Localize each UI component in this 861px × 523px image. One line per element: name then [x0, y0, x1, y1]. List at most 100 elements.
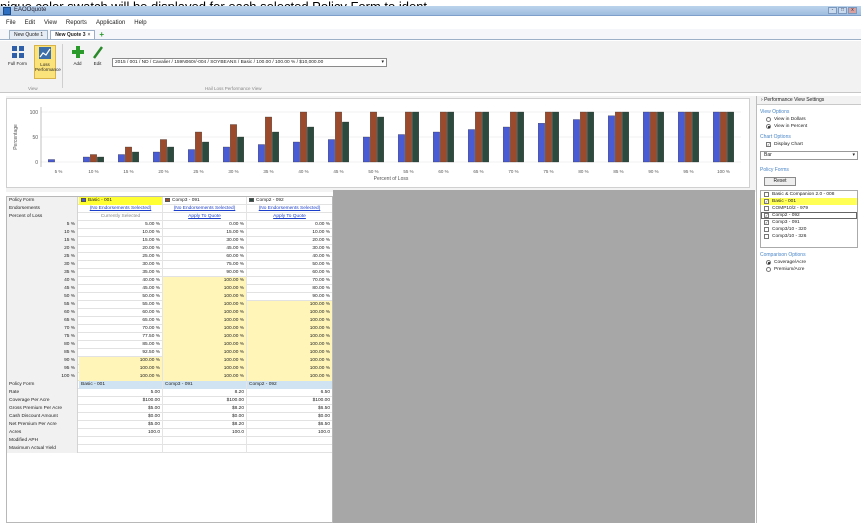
table-cell: 15.00 % — [163, 229, 247, 237]
loss-performance-button[interactable]: Loss Performance — [34, 45, 61, 79]
loss-row: 45 % 45.00 % 100.00 % 80.00 % — [7, 285, 332, 293]
y-tick-label: 50 — [32, 135, 38, 141]
minimize-button[interactable]: - — [828, 7, 837, 14]
cell-text: 100.00 % — [309, 334, 330, 339]
premium-acre-option[interactable]: Premium/Acre — [757, 266, 861, 273]
display-chart-checkbox[interactable]: ✓ Display Chart — [757, 141, 861, 148]
policy-form-item[interactable]: Comp3/10 - 320 — [761, 226, 857, 233]
table-cell — [163, 445, 247, 453]
cell-text: 25.00 % — [142, 254, 160, 259]
chart-options-heading: Chart Options — [760, 134, 791, 140]
cell-text: 100.00 % — [309, 342, 330, 347]
bar — [237, 136, 245, 163]
cell-text: 100.00 % — [223, 358, 244, 363]
currently-selected-label: Currently Selected — [79, 213, 163, 221]
endorsements-link[interactable]: (No Endorsements Selected) — [79, 205, 163, 213]
cell-text: 100.0 — [147, 430, 160, 435]
bar — [132, 151, 139, 163]
menu-help[interactable]: Help — [134, 20, 146, 26]
policy-form-item[interactable]: ✓ Comp2 - 092 — [761, 212, 857, 219]
add-button[interactable]: Add — [68, 45, 87, 79]
ribbon: Full Form Loss Performance View Add Edit… — [0, 41, 861, 93]
coverage-acre-option[interactable]: Coverage/Acre — [757, 259, 861, 266]
table-cell: Cash Discount Amount — [7, 413, 78, 421]
bar — [307, 126, 315, 163]
summary-row: Rate 5.00 8.20 6.50 — [7, 389, 332, 397]
table-cell — [79, 437, 163, 445]
tab-new-quote-3[interactable]: New Quote 3 × — [50, 30, 96, 39]
policy-form-item[interactable]: Basic & Companion 2.0 - 008 — [761, 191, 857, 198]
cell-text: Basic - 001 — [88, 198, 112, 203]
loss-row: 55 % 55.00 % 100.00 % 100.00 % — [7, 301, 332, 309]
full-form-button[interactable]: Full Form — [8, 45, 27, 79]
tab-new-quote-1[interactable]: New Quote 1 — [9, 30, 49, 39]
chart-type-select[interactable]: Bar ▾ — [760, 151, 858, 160]
menu-file[interactable]: File — [6, 20, 16, 26]
loss-row: 20 % 20.00 % 45.00 % 30.00 % — [7, 245, 332, 253]
menu-reports[interactable]: Reports — [66, 20, 87, 26]
table-cell: 55.00 % — [79, 301, 163, 309]
policy-form-item[interactable]: ✓ Basic - 001 — [761, 198, 857, 205]
table-cell: 15 % — [7, 237, 78, 245]
cell-text: Basic - 001 — [81, 382, 105, 387]
table-cell: 100.00 % — [163, 333, 247, 341]
table-cell: 50.00 % — [247, 261, 332, 269]
view-options-heading: View Options — [760, 109, 790, 115]
percent-loss-header-row: Percent of Loss Currently Selected Apply T… — [7, 213, 332, 221]
close-button[interactable]: x — [848, 7, 857, 14]
radio-icon — [766, 117, 771, 122]
bar — [265, 116, 272, 163]
table-cell: $0.00 — [79, 413, 163, 421]
cell-text: 25 % — [64, 254, 75, 259]
loss-row: 85 % 92.50 % 100.00 % 100.00 % — [7, 349, 332, 357]
bar — [222, 146, 230, 163]
apply-to-quote-link[interactable]: Apply To Quote — [247, 213, 332, 221]
maximize-button[interactable]: □ — [838, 7, 847, 14]
cell-text: 100.00 % — [223, 294, 244, 299]
bar — [545, 111, 552, 163]
menu-edit[interactable]: Edit — [25, 20, 35, 26]
bar — [720, 111, 727, 163]
reset-button[interactable]: Reset — [764, 177, 796, 186]
apply-to-quote-link[interactable]: Apply To Quote — [163, 213, 247, 221]
policy-form-item[interactable]: Comp3/10 - 326 — [761, 233, 857, 240]
table-cell: 100.00 % — [163, 309, 247, 317]
x-tick-label: 45 % — [333, 169, 343, 174]
policy-form-item[interactable]: COMP10/2 - 979 — [761, 205, 857, 212]
table-cell: 100.00 % — [247, 325, 332, 333]
cell-text: 100.00 % — [139, 366, 160, 371]
table-cell: 10.00 % — [247, 229, 332, 237]
cell-text: 100.00 % — [223, 366, 244, 371]
menu-view[interactable]: View — [44, 20, 57, 26]
table-cell: 85.00 % — [79, 341, 163, 349]
policy-form-item[interactable]: ✓ Comp3 - 091 — [761, 219, 857, 226]
cell-text: 100.00 % — [223, 278, 244, 283]
table-cell: 100.00 % — [247, 317, 332, 325]
quote-unit-combo[interactable]: 2015 / 001 / ND / Cavalier / 159N060r/-0… — [112, 58, 387, 67]
cell-text: 60.00 % — [226, 254, 244, 259]
view-percent-option[interactable]: View in Percent — [757, 123, 861, 130]
cell-text: 100.00 % — [223, 342, 244, 347]
endorsements-link[interactable]: (No Endorsements Selected) — [247, 205, 332, 213]
add-tab-icon[interactable]: + — [97, 31, 104, 39]
empty-workspace — [333, 190, 755, 523]
bar — [187, 149, 195, 163]
cell-text: 70.00 % — [312, 278, 330, 283]
y-axis-label: Percentage — [13, 124, 19, 150]
cell-text: 70.00 % — [142, 326, 160, 331]
edit-button[interactable]: Edit — [88, 45, 107, 79]
bar — [167, 146, 175, 163]
x-tick-label: 5 % — [55, 169, 63, 174]
tab-close-icon[interactable]: × — [87, 32, 90, 38]
cell-text: Comp3 - 091 — [165, 382, 193, 387]
table-cell: Coverage Per Acre — [7, 397, 78, 405]
cell-text: Currently Selected — [100, 214, 141, 219]
y-tick-label: 0 — [35, 160, 38, 166]
policy-form-label: Comp3 - 091 — [772, 220, 800, 225]
endorsements-link[interactable]: (No Endorsements Selected) — [163, 205, 247, 213]
table-cell: 65 % — [7, 317, 78, 325]
loss-row: 35 % 35.00 % 90.00 % 60.00 % — [7, 269, 332, 277]
view-dollars-option[interactable]: View in Dollars — [757, 116, 861, 123]
policy-forms-list[interactable]: Basic & Companion 2.0 - 008 ✓ Basic - 001 C… — [760, 190, 858, 248]
menu-application[interactable]: Application — [96, 20, 125, 26]
